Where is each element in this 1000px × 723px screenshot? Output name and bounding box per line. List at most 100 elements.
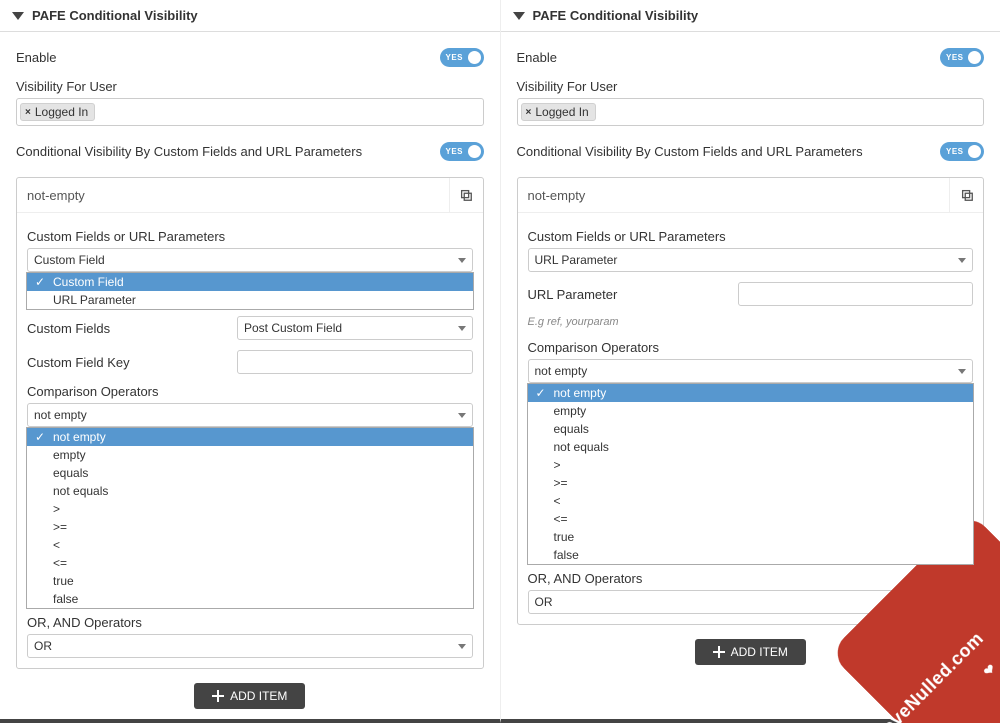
dropdown-option[interactable]: ✓not empty — [528, 384, 974, 402]
cond-vis-toggle[interactable]: YES — [440, 142, 484, 161]
option-label: > — [53, 502, 60, 516]
enable-toggle[interactable]: YES — [440, 48, 484, 67]
comparison-operators-label: Comparison Operators — [27, 384, 473, 399]
chevron-down-icon — [458, 644, 466, 649]
option-label: < — [53, 538, 60, 552]
add-item-label: ADD ITEM — [230, 689, 287, 703]
comparison-operators-label: Comparison Operators — [528, 340, 974, 355]
select-value: not empty — [535, 364, 588, 378]
visibility-for-user-input[interactable]: × Logged In — [517, 98, 985, 126]
url-parameter-input[interactable] — [738, 282, 974, 306]
dropdown-option[interactable]: ✓not empty — [27, 428, 473, 446]
dropdown-option[interactable]: true — [27, 572, 473, 590]
chip-remove-icon[interactable]: × — [25, 107, 31, 118]
or-and-label: OR, AND Operators — [27, 615, 473, 630]
toggle-yes-text: YES — [946, 53, 964, 62]
dropdown-option-custom-field[interactable]: ✓ Custom Field — [27, 273, 473, 291]
custom-fields-or-url-label: Custom Fields or URL Parameters — [528, 229, 974, 244]
option-label: true — [53, 574, 74, 588]
option-label: not equals — [554, 440, 609, 454]
custom-fields-or-url-select[interactable]: URL Parameter — [528, 248, 974, 272]
option-label: not empty — [53, 430, 106, 444]
option-label: not equals — [53, 484, 108, 498]
option-label: empty — [53, 448, 86, 462]
cond-vis-toggle[interactable]: YES — [940, 142, 984, 161]
dropdown-option[interactable]: false — [528, 546, 974, 564]
toggle-yes-text: YES — [446, 147, 464, 156]
option-label: false — [554, 548, 579, 562]
custom-fields-or-url-select[interactable]: Custom Field — [27, 248, 473, 272]
dropdown-option[interactable]: false — [27, 590, 473, 608]
toggle-yes-text: YES — [446, 53, 464, 62]
cond-vis-label: Conditional Visibility By Custom Fields … — [517, 144, 941, 159]
custom-field-key-input[interactable] — [237, 350, 473, 374]
option-label: not empty — [554, 386, 607, 400]
custom-fields-select[interactable]: Post Custom Field — [237, 316, 473, 340]
visibility-for-user-label: Visibility For User — [517, 79, 985, 94]
panel-title[interactable]: not-empty — [518, 180, 950, 211]
toggle-knob-icon — [968, 145, 981, 158]
dropdown-option[interactable]: <= — [27, 554, 473, 572]
option-label: <= — [554, 512, 568, 526]
dropdown-option[interactable]: > — [528, 456, 974, 474]
dropdown-option[interactable]: >= — [27, 518, 473, 536]
or-and-select[interactable]: OR — [528, 590, 974, 614]
duplicate-button[interactable] — [949, 178, 983, 212]
option-label: false — [53, 592, 78, 606]
visibility-for-user-input[interactable]: × Logged In — [16, 98, 484, 126]
dropdown-option[interactable]: >= — [528, 474, 974, 492]
check-icon: ✓ — [35, 275, 47, 289]
dropdown-option[interactable]: equals — [528, 420, 974, 438]
section-title: PAFE Conditional Visibility — [533, 8, 699, 23]
option-label: empty — [554, 404, 587, 418]
dropdown-option-url-parameter[interactable]: URL Parameter — [27, 291, 473, 309]
chip-remove-icon[interactable]: × — [526, 107, 532, 118]
dropdown-option[interactable]: empty — [528, 402, 974, 420]
plus-icon — [212, 690, 224, 702]
comparison-operators-select[interactable]: not empty — [27, 403, 473, 427]
chip-label: Logged In — [35, 105, 88, 119]
chip-logged-in[interactable]: × Logged In — [20, 103, 95, 121]
chevron-down-icon — [458, 326, 466, 331]
select-value: Post Custom Field — [244, 321, 342, 335]
dropdown-option[interactable]: equals — [27, 464, 473, 482]
dropdown-option[interactable]: not equals — [528, 438, 974, 456]
add-item-label: ADD ITEM — [731, 645, 788, 659]
option-label: >= — [53, 520, 67, 534]
option-label: > — [554, 458, 561, 472]
dropdown-option[interactable]: empty — [27, 446, 473, 464]
custom-fields-or-url-dropdown: ✓ Custom Field URL Parameter — [26, 272, 474, 310]
comparison-operators-select[interactable]: not empty — [528, 359, 974, 383]
copy-icon — [459, 188, 473, 202]
plus-icon — [713, 646, 725, 658]
option-label: >= — [554, 476, 568, 490]
enable-label: Enable — [16, 50, 440, 65]
add-item-button[interactable]: ADD ITEM — [695, 639, 806, 665]
enable-toggle[interactable]: YES — [940, 48, 984, 67]
section-header-right[interactable]: PAFE Conditional Visibility — [501, 0, 1000, 32]
or-and-select[interactable]: OR — [27, 634, 473, 658]
chevron-down-icon — [958, 600, 966, 605]
select-value: Custom Field — [34, 253, 105, 267]
dropdown-option[interactable]: <= — [528, 510, 974, 528]
url-parameter-label: URL Parameter — [528, 287, 738, 302]
dropdown-option[interactable]: true — [528, 528, 974, 546]
custom-fields-label: Custom Fields — [27, 321, 237, 336]
add-item-button[interactable]: ADD ITEM — [194, 683, 305, 709]
dropdown-option[interactable]: not equals — [27, 482, 473, 500]
cond-vis-label: Conditional Visibility By Custom Fields … — [16, 144, 440, 159]
comparison-operators-dropdown: ✓not empty empty equals not equals > >= < <= tru… — [26, 427, 474, 609]
dropdown-option[interactable]: < — [27, 536, 473, 554]
custom-field-key-label: Custom Field Key — [27, 355, 237, 370]
toggle-knob-icon — [468, 51, 481, 64]
section-header-left[interactable]: PAFE Conditional Visibility — [0, 0, 500, 32]
chevron-down-icon — [958, 258, 966, 263]
chip-logged-in[interactable]: × Logged In — [521, 103, 596, 121]
dropdown-option[interactable]: > — [27, 500, 473, 518]
duplicate-button[interactable] — [449, 178, 483, 212]
dropdown-option[interactable]: < — [528, 492, 974, 510]
toggle-knob-icon — [468, 145, 481, 158]
panel-title[interactable]: not-empty — [17, 180, 449, 211]
option-label: Custom Field — [53, 275, 124, 289]
option-label: equals — [554, 422, 589, 436]
